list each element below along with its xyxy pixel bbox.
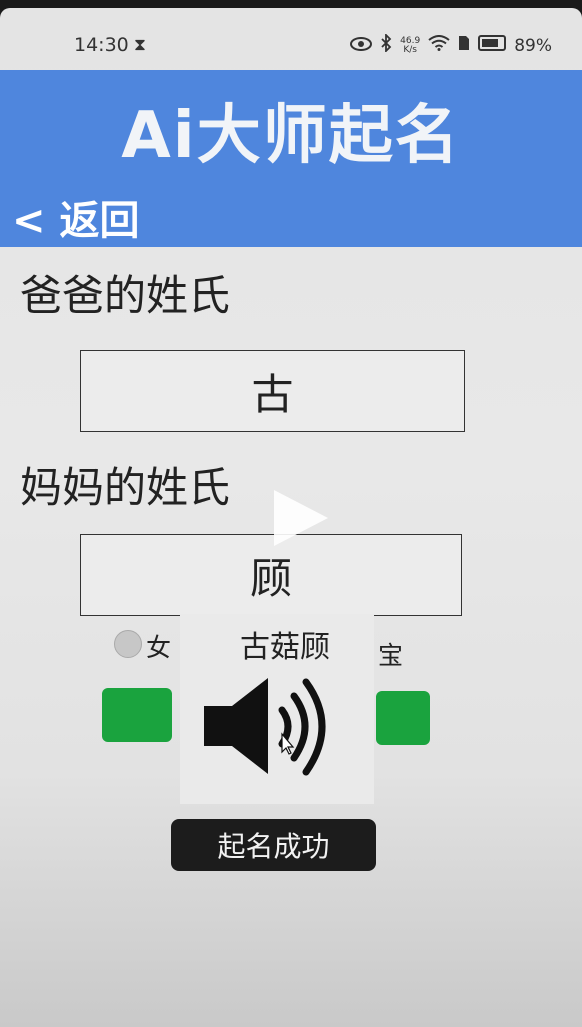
app-header: Ai大师起名 < 返回 [0,70,582,247]
network-speed: 46.9 K/s [400,36,420,55]
status-icons: 46.9 K/s 89% [350,32,552,57]
battery-percent: 89% [514,35,552,56]
green-button-left[interactable] [102,688,172,742]
wifi-icon [428,35,450,56]
father-surname-label: 爸爸的姓氏 [20,271,231,320]
gender-female-label: 女 [146,633,172,662]
bluetooth-icon [380,32,392,57]
app-title: Ai大师起名 [121,99,461,173]
generated-name: 古菇顾 [240,630,330,665]
success-toast: 起名成功 [171,819,376,871]
sim-icon [458,35,470,56]
status-time: 14:30 [74,34,129,56]
gender-female-radio[interactable] [114,630,142,658]
network-speed-unit: K/s [403,44,417,55]
hourglass-icon: ⧗ [134,35,146,55]
green-button-right[interactable] [376,691,430,745]
phone-screen: 14:30 ⧗ 46.9 K/s 89% Ai大师起名 < 返回 爸爸的姓氏 古… [0,8,582,1027]
back-button[interactable]: < 返回 [12,188,139,246]
mother-surname-label: 妈妈的姓氏 [20,463,231,512]
status-bar: 14:30 ⧗ 46.9 K/s 89% [0,8,582,70]
father-surname-input[interactable]: 古 [80,350,465,432]
eye-icon [350,36,373,56]
play-icon[interactable] [268,486,332,554]
battery-icon [478,35,507,56]
speaker-icon[interactable] [198,672,338,786]
